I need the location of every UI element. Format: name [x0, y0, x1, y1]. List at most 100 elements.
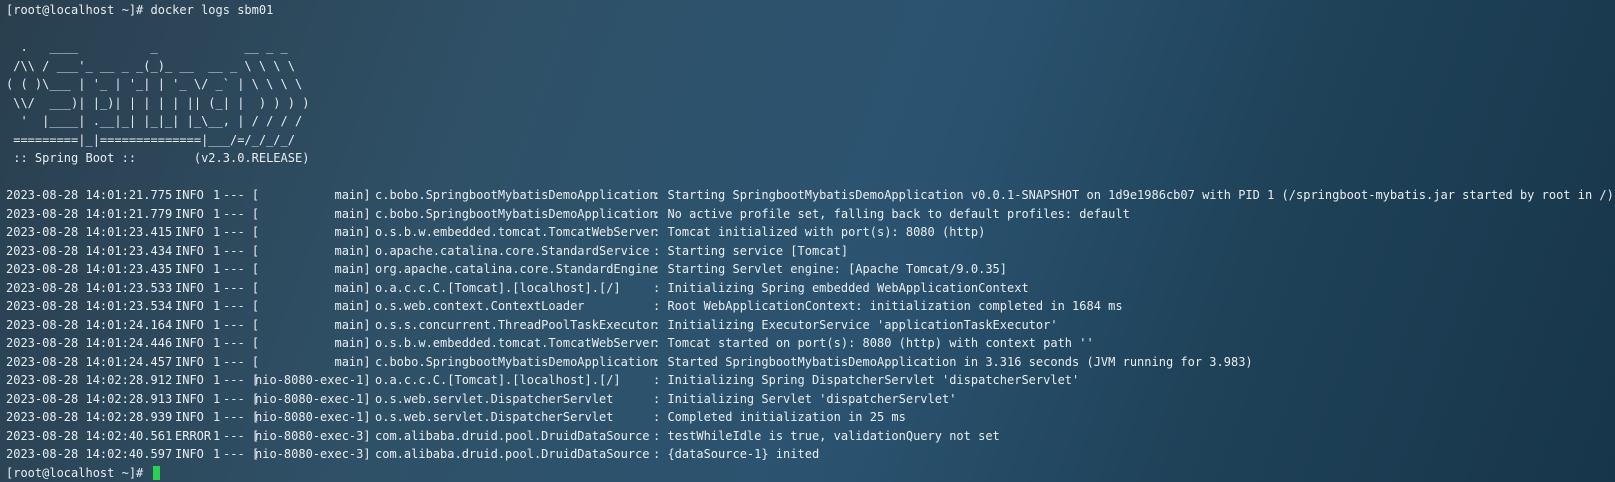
log-level: INFO — [175, 410, 204, 424]
log-logger: o.a.c.c.C.[Tomcat].[localhost].[/] — [375, 373, 621, 387]
log-logger: com.alibaba.druid.pool.DruidDataSource — [375, 447, 650, 461]
log-thread: nio-8080-exec-1] — [255, 410, 371, 424]
log-line: 2023-08-28 14:02:28.913 INFO 1 --- [nio-808… — [6, 390, 1615, 409]
log-pid: 1 — [213, 428, 221, 443]
log-level: INFO — [175, 262, 204, 276]
log-message: : testWhileIdle is true, validationQuery… — [653, 428, 1000, 443]
log-logger: o.s.web.servlet.DispatcherServlet — [375, 391, 614, 406]
log-separator: --- [ — [223, 280, 260, 295]
banner-line: =========|_|==============|___/=/_/_/_/ — [6, 132, 295, 147]
spring-boot-banner: . ____ _ __ _ _ /\\ / ___'_ __ _ _(_)_ _… — [6, 38, 1615, 168]
log-separator: --- [ — [223, 354, 260, 369]
log-message: : Starting SpringbootMybatisDemoApplicat… — [653, 188, 1614, 202]
log-message: : Started SpringbootMybatisDemoApplicati… — [653, 354, 1253, 369]
log-timestamp: 2023-08-28 14:01:23.434 — [6, 243, 173, 258]
log-pid: 1 — [213, 243, 221, 258]
log-thread: main] — [255, 206, 371, 221]
log-timestamp: 2023-08-28 14:02:28.913 — [6, 391, 173, 406]
log-logger: org.apache.catalina.core.StandardEngine — [375, 262, 657, 276]
log-line: 2023-08-28 14:01:24.164 INFO 1 --- [ main] o… — [6, 316, 1615, 335]
log-message: : Starting service [Tomcat] — [653, 243, 849, 258]
log-line: 2023-08-28 14:01:24.457 INFO 1 --- [ main] c… — [6, 353, 1615, 372]
log-logger: c.bobo.SpringbootMybatisDemoApplication — [375, 354, 657, 369]
banner-line: ' |____| .__|_| |_|_| |_\__, | / / / / — [6, 114, 303, 128]
log-thread: main] — [255, 354, 371, 369]
log-separator: --- [ — [223, 410, 260, 424]
shell-prompt: [root@localhost ~]# — [6, 465, 144, 480]
log-thread: main] — [255, 188, 371, 202]
log-timestamp: 2023-08-28 14:01:23.415 — [6, 225, 173, 239]
log-thread: nio-8080-exec-3] — [255, 447, 371, 461]
log-line: 2023-08-28 14:02:40.597 INFO 1 --- [nio-808… — [6, 445, 1615, 464]
log-message: : No active profile set, falling back to… — [653, 206, 1130, 221]
log-logger: c.bobo.SpringbootMybatisDemoApplication — [375, 188, 657, 202]
banner-line: . ____ _ __ _ _ — [6, 40, 288, 54]
log-timestamp: 2023-08-28 14:01:23.533 — [6, 280, 173, 295]
log-logger: o.s.b.w.embedded.tomcat.TomcatWebServer — [375, 336, 657, 350]
log-separator: --- [ — [223, 317, 260, 332]
log-pid: 1 — [213, 391, 221, 406]
log-logger: c.bobo.SpringbootMybatisDemoApplication — [375, 206, 657, 221]
log-thread: main] — [255, 317, 371, 332]
log-level: INFO — [175, 391, 204, 406]
log-message: : Initializing Spring DispatcherServlet … — [653, 373, 1080, 387]
log-pid: 1 — [213, 262, 221, 276]
log-level: INFO — [175, 225, 204, 239]
log-timestamp: 2023-08-28 14:02:28.939 — [6, 410, 173, 424]
log-thread: nio-8080-exec-1] — [255, 373, 371, 387]
log-level: INFO — [175, 447, 204, 461]
log-pid: 1 — [213, 336, 221, 350]
log-line: 2023-08-28 14:01:23.434 INFO 1 --- [ main] o… — [6, 242, 1615, 261]
terminal-window[interactable]: [root@localhost ~]# docker logs sbm01 . … — [0, 0, 1615, 482]
log-thread: main] — [255, 280, 371, 295]
log-timestamp: 2023-08-28 14:01:23.534 — [6, 299, 173, 313]
log-level: INFO — [175, 299, 204, 313]
log-separator: --- [ — [223, 243, 260, 258]
log-timestamp: 2023-08-28 14:02:40.561 — [6, 428, 173, 443]
log-timestamp: 2023-08-28 14:02:28.912 — [6, 373, 173, 387]
log-level: INFO — [175, 206, 204, 221]
log-separator: --- [ — [223, 188, 260, 202]
log-level: INFO — [175, 336, 204, 350]
log-pid: 1 — [213, 225, 221, 239]
log-pid: 1 — [213, 299, 221, 313]
log-pid: 1 — [213, 188, 221, 202]
log-timestamp: 2023-08-28 14:01:21.775 — [6, 188, 173, 202]
log-line: 2023-08-28 14:01:23.534 INFO 1 --- [ main] o… — [6, 297, 1615, 316]
log-level: INFO — [175, 317, 204, 332]
log-line: 2023-08-28 14:02:40.561 ERROR 1 --- [nio-80… — [6, 427, 1615, 446]
log-logger: o.s.s.concurrent.ThreadPoolTaskExecutor — [375, 317, 657, 332]
log-line: 2023-08-28 14:01:23.415 INFO 1 --- [ main] o… — [6, 223, 1615, 242]
log-message: : Tomcat started on port(s): 8080 (http)… — [653, 336, 1094, 350]
log-logger: o.apache.catalina.core.StandardService — [375, 243, 650, 258]
cursor-icon — [152, 466, 160, 480]
log-message: : Root WebApplicationContext: initializa… — [653, 299, 1123, 313]
log-timestamp: 2023-08-28 14:01:21.779 — [6, 206, 173, 221]
log-line: 2023-08-28 14:01:23.435 INFO 1 --- [ main] o… — [6, 260, 1615, 279]
banner-line: ( ( )\___ | '_ | '_| | '_ \/ _` | \ \ \ … — [6, 77, 303, 91]
banner-line: \\/ ___)| |_)| | | | | || (_| | ) ) ) ) — [6, 95, 310, 110]
log-thread: main] — [255, 225, 371, 239]
log-message: : {dataSource-1} inited — [653, 447, 820, 461]
log-message: : Initializing ExecutorService 'applicat… — [653, 317, 1058, 332]
log-message: : Tomcat initialized with port(s): 8080 … — [653, 225, 986, 239]
log-separator: --- [ — [223, 262, 260, 276]
log-thread: nio-8080-exec-3] — [255, 428, 371, 443]
log-line: 2023-08-28 14:01:21.779 INFO 1 --- [ main] c… — [6, 205, 1615, 224]
log-level: INFO — [175, 280, 204, 295]
log-timestamp: 2023-08-28 14:02:40.597 — [6, 447, 173, 461]
banner-line: /\\ / ___'_ __ _ _(_)_ __ __ _ \ \ \ \ — [6, 58, 295, 73]
log-logger: o.s.b.w.embedded.tomcat.TomcatWebServer — [375, 225, 657, 239]
log-separator: --- [ — [223, 336, 260, 350]
log-pid: 1 — [213, 354, 221, 369]
log-pid: 1 — [213, 410, 221, 424]
log-timestamp: 2023-08-28 14:01:24.164 — [6, 317, 173, 332]
shell-prompt-line[interactable]: [root@localhost ~]# — [6, 464, 1615, 480]
log-thread: main] — [255, 243, 371, 258]
log-line: 2023-08-28 14:02:28.912 INFO 1 --- [nio-808… — [6, 371, 1615, 390]
log-pid: 1 — [213, 447, 221, 461]
log-level: INFO — [175, 188, 204, 202]
log-thread: main] — [255, 262, 371, 276]
log-message: : Starting Servlet engine: [Apache Tomca… — [653, 262, 1008, 276]
